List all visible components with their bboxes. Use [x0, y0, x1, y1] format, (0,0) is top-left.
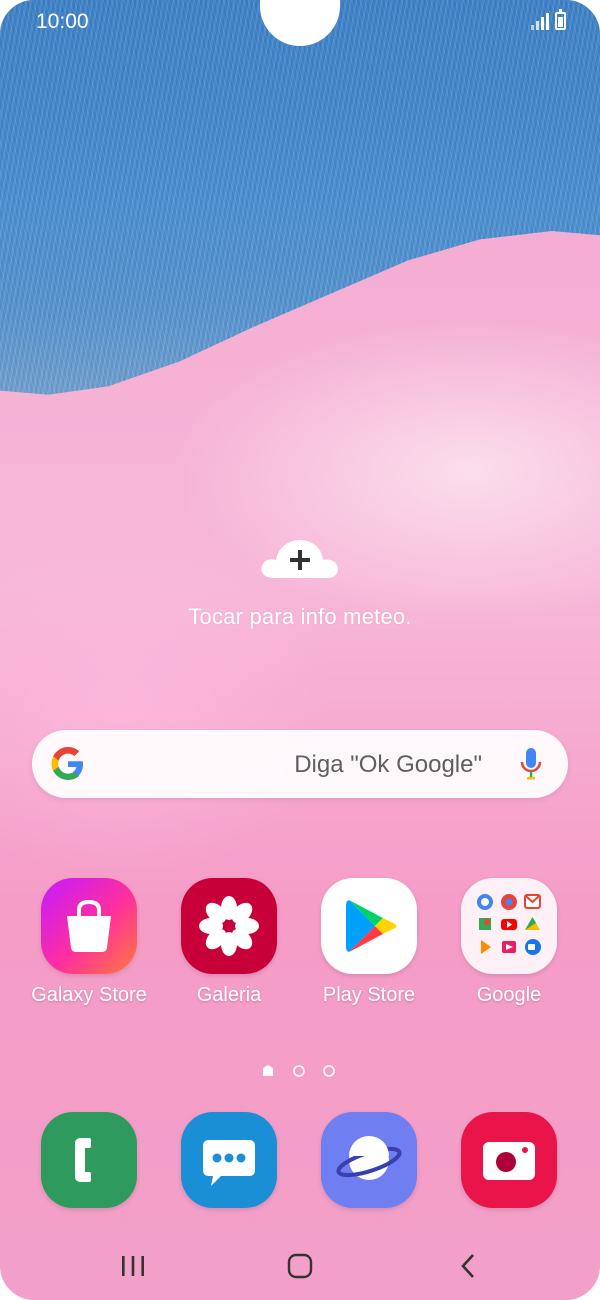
home-button[interactable] [287, 1253, 313, 1279]
app-galeria[interactable]: Galeria [159, 878, 299, 1007]
message-icon [181, 1112, 277, 1208]
app-label: Play Store [322, 984, 416, 1006]
home-screen: 10:00 Tocar para info meteo. Diga "Ok Go… [0, 0, 600, 1300]
status-icons [531, 9, 566, 30]
cloud-plus-icon[interactable] [260, 532, 340, 580]
app-label: Google [476, 984, 542, 1006]
google-folder-icon [461, 878, 557, 974]
navigation-bar [0, 1240, 600, 1292]
app-play-store[interactable]: Play Store [299, 878, 439, 1007]
flower-icon [181, 878, 277, 974]
page-indicator [263, 1065, 335, 1077]
recents-button[interactable] [120, 1254, 146, 1278]
planet-icon [321, 1112, 417, 1208]
camera-icon [461, 1112, 557, 1208]
google-search-bar[interactable]: Diga "Ok Google" [32, 730, 568, 798]
dock-internet[interactable] [299, 1112, 439, 1208]
dock-camera[interactable] [439, 1112, 579, 1208]
mic-icon[interactable] [520, 746, 542, 782]
shopping-bag-icon [41, 878, 137, 974]
phone-icon [41, 1112, 137, 1208]
dock-messages[interactable] [159, 1112, 299, 1208]
search-placeholder: Diga "Ok Google" [294, 751, 482, 778]
page-dot [323, 1065, 335, 1077]
dock-phone[interactable] [19, 1112, 159, 1208]
status-time: 10:00 [36, 10, 89, 33]
weather-prompt[interactable]: Tocar para info meteo. [0, 604, 600, 630]
google-g-icon [51, 747, 83, 780]
page-dot [293, 1065, 305, 1077]
battery-charging-icon [555, 9, 566, 30]
app-folder-google[interactable]: Google [439, 878, 579, 1007]
signal-icon [531, 12, 549, 30]
wallpaper-fur [0, 0, 600, 395]
back-button[interactable] [458, 1253, 478, 1279]
app-galaxy-store[interactable]: Galaxy Store [19, 878, 159, 1007]
app-label: Galaxy Store [31, 984, 147, 1006]
page-home-dot [263, 1065, 273, 1076]
play-store-icon [321, 878, 417, 974]
app-label: Galeria [196, 984, 262, 1006]
